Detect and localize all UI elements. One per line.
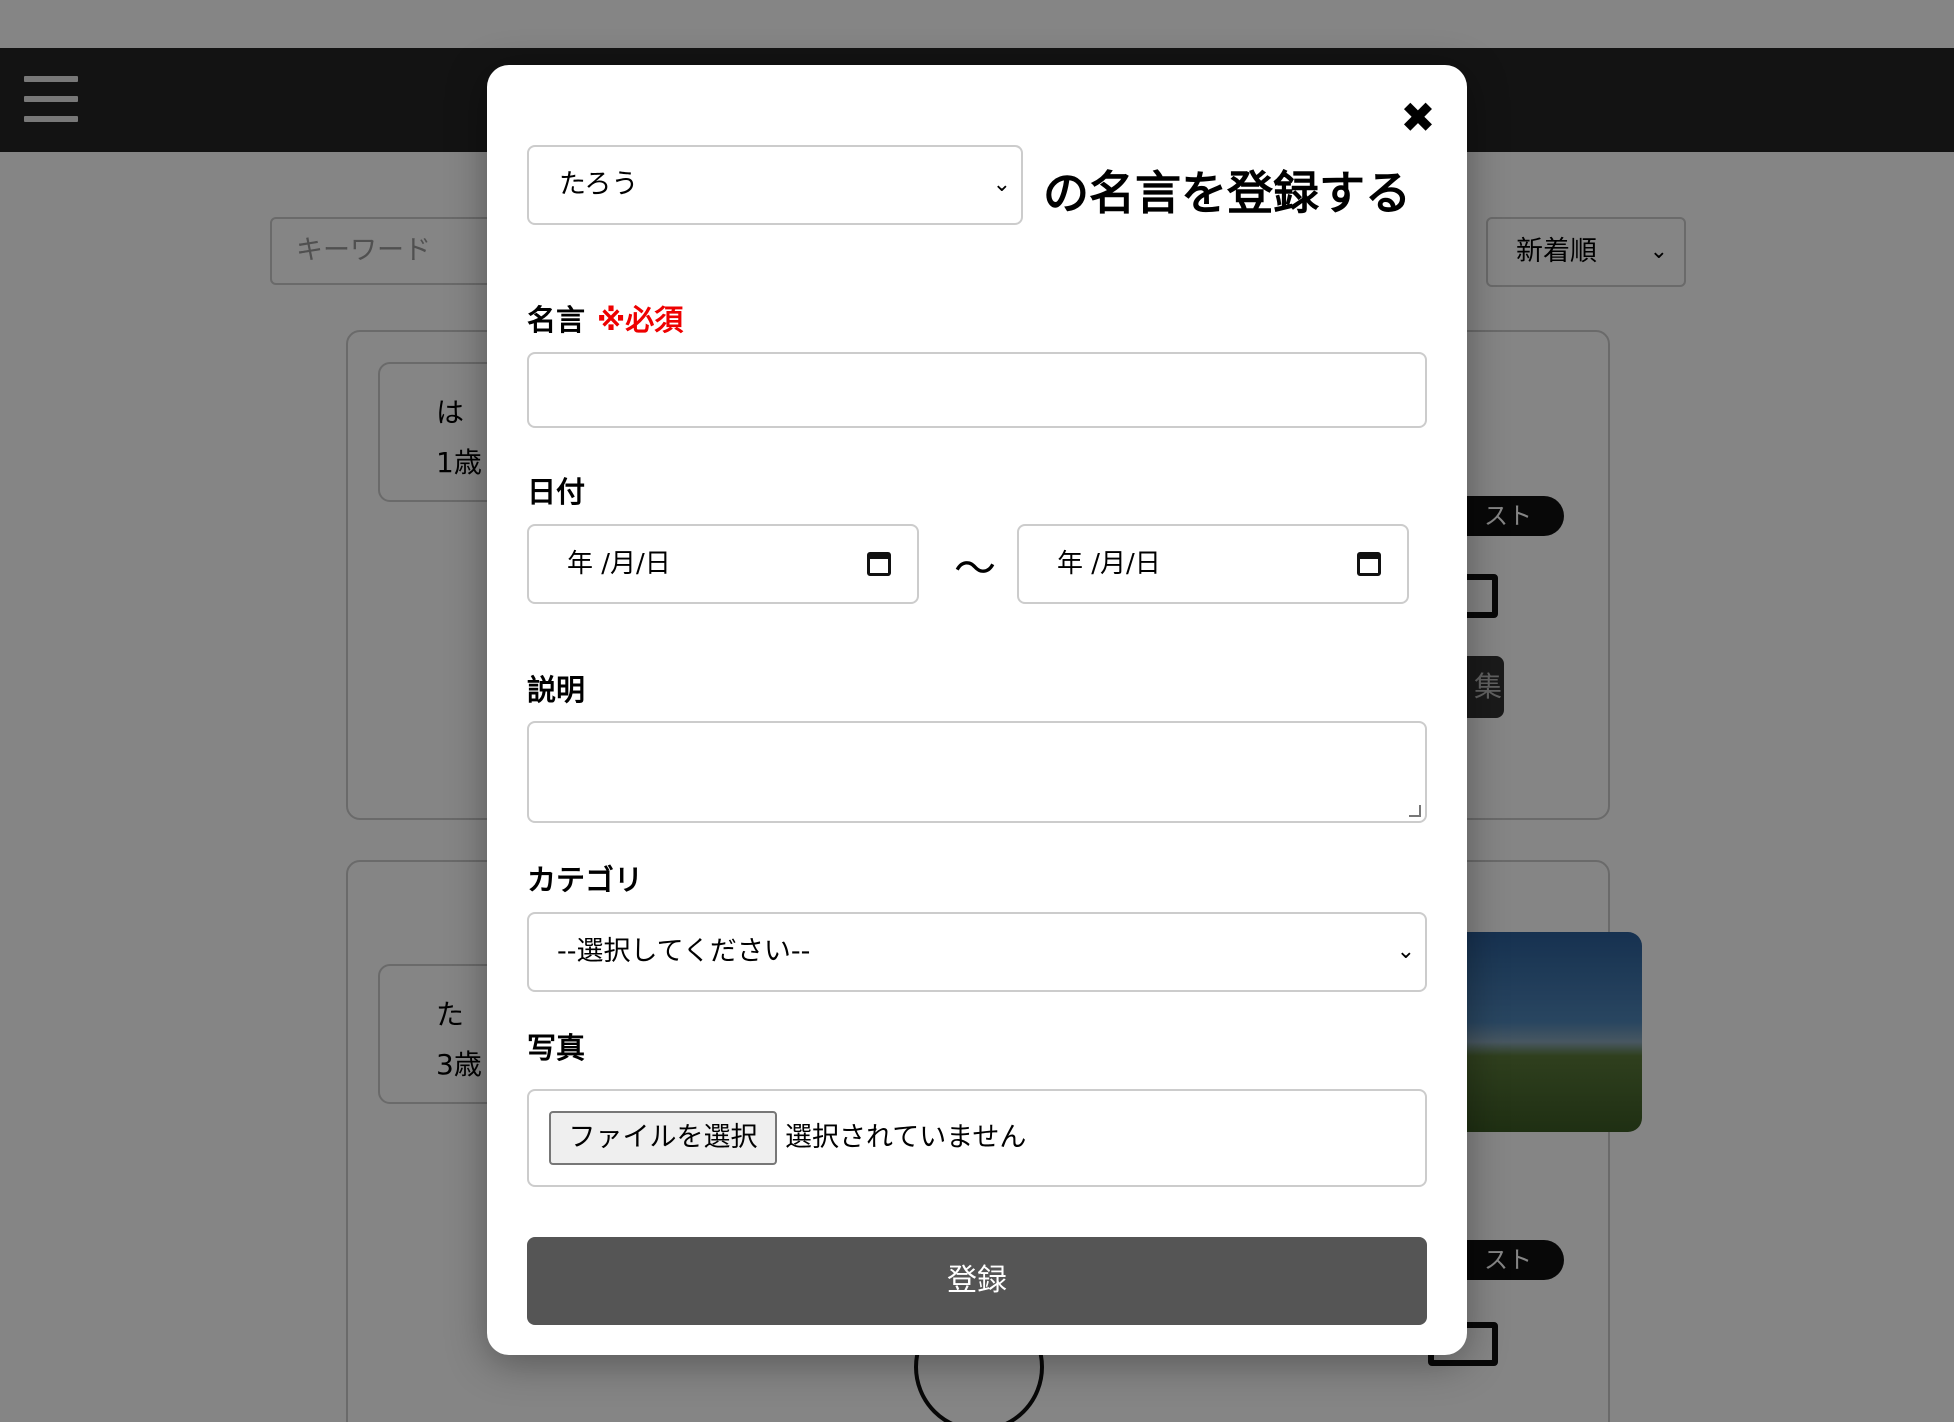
chevron-down-icon: ⌄ [992,172,1011,197]
start-date-placeholder: 年 /月/日 [567,549,671,579]
description-label: 説明 [527,673,586,707]
person-select-value: たろう [559,169,639,200]
quote-label-text: 名言 [527,303,586,337]
end-date-input[interactable]: 年 /月/日 [1017,524,1409,604]
choose-file-button[interactable]: ファイルを選択 [549,1111,777,1165]
person-select[interactable]: たろう ⌄ [527,145,1023,225]
quote-label: 名言 ※必須 [527,297,683,339]
file-status-text: 選択されていません [785,1122,1027,1153]
category-label: カテゴリ [527,863,644,897]
submit-button[interactable]: 登録 [527,1237,1427,1325]
end-date-placeholder: 年 /月/日 [1057,549,1161,579]
chevron-down-icon: ⌄ [1396,939,1415,964]
start-date-input[interactable]: 年 /月/日 [527,524,919,604]
date-range-separator: 〜 [954,544,997,593]
close-icon[interactable]: ✖ [1395,95,1441,141]
calendar-icon[interactable] [1357,552,1381,576]
required-badge: ※必須 [597,303,684,337]
register-quote-modal: ✖ たろう ⌄ の名言を登録する 名言 ※必須 日付 年 /月/日 〜 年 /月/… [487,65,1467,1355]
photo-file-input: ファイルを選択 選択されていません [527,1089,1427,1187]
resize-handle-icon[interactable] [1409,805,1421,817]
category-select[interactable]: --選択してください-- ⌄ [527,912,1427,992]
category-select-value: --選択してください-- [557,936,811,967]
modal-title: の名言を登録する [1043,166,1411,220]
date-label: 日付 [527,475,586,509]
quote-input[interactable] [527,352,1427,428]
photo-label: 写真 [527,1031,586,1065]
description-textarea[interactable] [527,721,1427,823]
calendar-icon[interactable] [867,552,891,576]
